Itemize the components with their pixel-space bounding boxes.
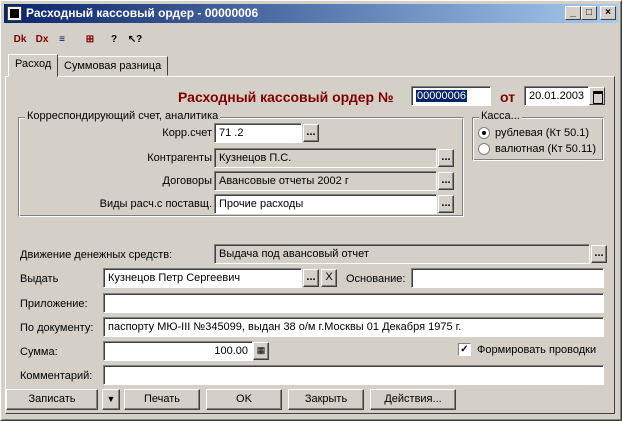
- contract-label: Договоры: [162, 175, 212, 187]
- ok-button[interactable]: OK: [206, 389, 282, 410]
- close-form-button[interactable]: Закрыть: [288, 389, 364, 410]
- doc-table-icon[interactable]: ⊞: [81, 31, 99, 49]
- window-title: Расходный кассовый ордер - 00000006: [26, 6, 259, 20]
- basis-label: Основание:: [346, 273, 406, 285]
- doc-post-icon[interactable]: ≡: [53, 31, 71, 49]
- corr-group-legend: Корреспондирующий счет, аналитика: [25, 110, 221, 122]
- tab-panel: Расходный кассовый ордер № 00000006 от 2…: [5, 76, 615, 414]
- contract-select-button[interactable]: ...: [438, 172, 454, 190]
- kassa-group-legend: Касса...: [479, 110, 522, 122]
- doc-cancel-icon[interactable]: Dx: [33, 31, 51, 49]
- corr-account-select-button[interactable]: ...: [303, 124, 319, 142]
- kassa-rub-radio[interactable]: [478, 127, 490, 139]
- document-heading: Расходный кассовый ордер №: [178, 89, 394, 105]
- cash-flow-field[interactable]: Выдача под авансовый отчет: [214, 244, 590, 264]
- corr-account-label: Корр.счет: [162, 127, 212, 139]
- by-document-label: По документу:: [20, 322, 94, 334]
- corr-account-field[interactable]: 71 .2: [214, 123, 302, 143]
- cash-flow-select-button[interactable]: ...: [591, 245, 607, 263]
- close-button[interactable]: ×: [600, 6, 616, 20]
- cash-flow-label: Движение денежных средств:: [20, 249, 173, 261]
- issue-to-label: Выдать: [20, 273, 59, 285]
- postings-checkbox[interactable]: ✓: [458, 343, 471, 356]
- document-window: Расходный кассовый ордер - 00000006 _ □ …: [0, 0, 622, 421]
- settlement-type-field[interactable]: Прочие расходы: [214, 194, 437, 214]
- save-menu-button[interactable]: ▼: [102, 389, 120, 410]
- title-bar[interactable]: Расходный кассовый ордер - 00000006 _ □ …: [4, 4, 618, 23]
- calendar-icon[interactable]: [589, 87, 605, 105]
- kassa-val-label[interactable]: валютная (Кт 50.11): [495, 143, 596, 155]
- attachment-field[interactable]: [103, 293, 604, 313]
- document-number-field[interactable]: 00000006: [411, 86, 491, 106]
- issue-to-field[interactable]: Кузнецов Петр Сергеевич: [103, 268, 302, 288]
- print-button[interactable]: Печать: [124, 389, 200, 410]
- attachment-label: Приложение:: [20, 298, 88, 310]
- contractor-label: Контрагенты: [147, 152, 212, 164]
- issue-to-clear-button[interactable]: X: [321, 269, 337, 287]
- date-from-label: от: [500, 89, 516, 105]
- save-button[interactable]: Записать: [6, 389, 98, 410]
- minimize-button[interactable]: _: [565, 6, 581, 20]
- tab-summovaya-raznitsa[interactable]: Суммовая разница: [57, 56, 169, 76]
- comment-field[interactable]: [103, 365, 604, 385]
- postings-label[interactable]: Формировать проводки: [477, 344, 596, 356]
- settlement-type-label: Виды расч.с поставщ.: [99, 198, 212, 210]
- maximize-button[interactable]: □: [581, 6, 597, 20]
- sum-label: Сумма:: [20, 346, 58, 358]
- date-field[interactable]: 20.01.2003: [524, 86, 589, 106]
- context-help-icon[interactable]: ↖?: [126, 31, 144, 49]
- sum-field[interactable]: 100.00: [103, 341, 253, 361]
- actions-button[interactable]: Действия...: [370, 389, 456, 410]
- contractor-select-button[interactable]: ...: [438, 149, 454, 167]
- tab-rashod[interactable]: Расход: [8, 54, 59, 77]
- issue-to-select-button[interactable]: ...: [303, 269, 319, 287]
- help-icon[interactable]: ?: [105, 31, 123, 49]
- by-document-field[interactable]: паспорту МЮ-III №345099, выдан 38 о/м г.…: [103, 317, 604, 337]
- settlement-type-select-button[interactable]: ...: [438, 195, 454, 213]
- doc-delete-icon[interactable]: Dk: [11, 31, 29, 49]
- kassa-val-radio[interactable]: [478, 143, 490, 155]
- contract-field[interactable]: Авансовые отчеты 2002 г: [214, 171, 437, 191]
- calculator-icon[interactable]: ▦: [253, 342, 269, 360]
- kassa-rub-label[interactable]: рублевая (Кт 50.1): [495, 127, 589, 139]
- basis-field[interactable]: [411, 268, 604, 288]
- contractor-field[interactable]: Кузнецов П.С.: [214, 148, 437, 168]
- app-icon: [7, 6, 22, 21]
- comment-label: Комментарий:: [20, 370, 93, 382]
